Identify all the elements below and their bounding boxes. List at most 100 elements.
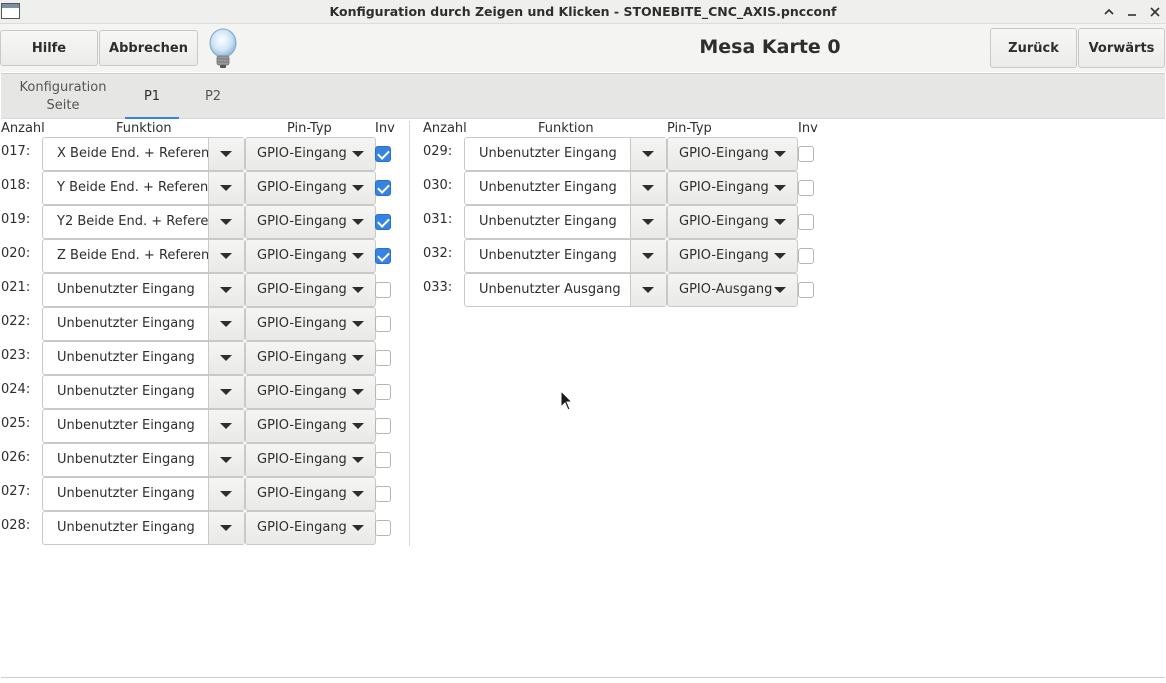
- invert-checkbox[interactable]: [375, 418, 391, 434]
- invert-checkbox[interactable]: [375, 350, 391, 366]
- function-value[interactable]: Y2 Beide End. + Referenz: [57, 214, 208, 229]
- function-dropdown-button[interactable]: [630, 206, 666, 238]
- invert-checkbox[interactable]: [798, 214, 814, 230]
- pin-type-value[interactable]: GPIO-Eingang: [257, 214, 347, 229]
- function-value[interactable]: Unbenutzter Eingang: [57, 520, 208, 535]
- pin-type-value[interactable]: GPIO-Eingang: [679, 214, 769, 229]
- pin-type-select[interactable]: GPIO-Eingang: [245, 443, 376, 477]
- function-value[interactable]: Unbenutzter Ausgang: [479, 282, 630, 297]
- invert-checkbox[interactable]: [375, 214, 391, 230]
- invert-checkbox[interactable]: [798, 180, 814, 196]
- function-dropdown-button[interactable]: [208, 206, 244, 238]
- pin-type-value[interactable]: GPIO-Eingang: [257, 316, 347, 331]
- minimize-icon[interactable]: [1122, 2, 1142, 22]
- function-value[interactable]: Unbenutzter Eingang: [479, 214, 630, 229]
- function-dropdown-button[interactable]: [208, 274, 244, 306]
- pin-type-select[interactable]: GPIO-Ausgang: [667, 273, 798, 307]
- invert-checkbox[interactable]: [375, 146, 391, 162]
- function-combobox[interactable]: Unbenutzter Eingang: [42, 273, 245, 307]
- pin-type-select[interactable]: GPIO-Eingang: [245, 205, 376, 239]
- pin-type-select[interactable]: GPIO-Eingang: [667, 239, 798, 273]
- invert-checkbox[interactable]: [798, 248, 814, 264]
- function-dropdown-button[interactable]: [208, 410, 244, 442]
- function-combobox[interactable]: Unbenutzter Eingang: [464, 171, 667, 205]
- function-value[interactable]: Unbenutzter Eingang: [479, 146, 630, 161]
- pin-type-select[interactable]: GPIO-Eingang: [245, 341, 376, 375]
- tab-p2[interactable]: P2: [191, 74, 235, 119]
- function-combobox[interactable]: Unbenutzter Eingang: [42, 409, 245, 443]
- pin-type-value[interactable]: GPIO-Eingang: [679, 248, 769, 263]
- function-value[interactable]: Unbenutzter Eingang: [57, 452, 208, 467]
- pin-type-value[interactable]: GPIO-Eingang: [257, 520, 347, 535]
- pin-type-select[interactable]: GPIO-Eingang: [245, 137, 376, 171]
- function-dropdown-button[interactable]: [208, 240, 244, 272]
- function-value[interactable]: Unbenutzter Eingang: [57, 282, 208, 297]
- invert-checkbox[interactable]: [375, 248, 391, 264]
- pin-type-select[interactable]: GPIO-Eingang: [667, 205, 798, 239]
- function-value[interactable]: Z Beide End. + Referenz: [57, 248, 208, 263]
- function-combobox[interactable]: Y2 Beide End. + Referenz: [42, 205, 245, 239]
- function-combobox[interactable]: Unbenutzter Eingang: [464, 137, 667, 171]
- pin-type-value[interactable]: GPIO-Eingang: [257, 146, 347, 161]
- function-value[interactable]: Unbenutzter Eingang: [57, 316, 208, 331]
- invert-checkbox[interactable]: [375, 520, 391, 536]
- invert-checkbox[interactable]: [375, 452, 391, 468]
- function-value[interactable]: Unbenutzter Eingang: [479, 180, 630, 195]
- pin-type-value[interactable]: GPIO-Eingang: [257, 384, 347, 399]
- function-combobox[interactable]: Unbenutzter Eingang: [464, 205, 667, 239]
- pin-type-select[interactable]: GPIO-Eingang: [667, 171, 798, 205]
- maximize-icon[interactable]: [1099, 2, 1119, 22]
- tab-konfiguration-seite[interactable]: Konfiguration Seite: [13, 74, 113, 119]
- pin-type-value[interactable]: GPIO-Eingang: [257, 180, 347, 195]
- function-combobox[interactable]: Unbenutzter Eingang: [42, 511, 245, 545]
- pin-type-select[interactable]: GPIO-Eingang: [245, 477, 376, 511]
- pin-type-value[interactable]: GPIO-Eingang: [257, 282, 347, 297]
- function-dropdown-button[interactable]: [208, 512, 244, 544]
- pin-type-select[interactable]: GPIO-Eingang: [245, 171, 376, 205]
- function-dropdown-button[interactable]: [208, 444, 244, 476]
- function-dropdown-button[interactable]: [208, 172, 244, 204]
- function-dropdown-button[interactable]: [208, 342, 244, 374]
- pin-type-select[interactable]: GPIO-Eingang: [245, 409, 376, 443]
- function-combobox[interactable]: Unbenutzter Eingang: [42, 477, 245, 511]
- invert-checkbox[interactable]: [375, 486, 391, 502]
- function-dropdown-button[interactable]: [208, 478, 244, 510]
- invert-checkbox[interactable]: [375, 282, 391, 298]
- function-value[interactable]: Unbenutzter Eingang: [479, 248, 630, 263]
- pin-type-value[interactable]: GPIO-Eingang: [679, 180, 769, 195]
- function-dropdown-button[interactable]: [630, 172, 666, 204]
- function-value[interactable]: Unbenutzter Eingang: [57, 350, 208, 365]
- function-combobox[interactable]: Unbenutzter Eingang: [464, 239, 667, 273]
- function-dropdown-button[interactable]: [630, 138, 666, 170]
- function-value[interactable]: Unbenutzter Eingang: [57, 418, 208, 433]
- function-dropdown-button[interactable]: [208, 376, 244, 408]
- pin-type-select[interactable]: GPIO-Eingang: [245, 273, 376, 307]
- pin-type-value[interactable]: GPIO-Eingang: [257, 350, 347, 365]
- function-value[interactable]: Y Beide End. + Referenz: [57, 180, 208, 195]
- pin-type-select[interactable]: GPIO-Eingang: [245, 239, 376, 273]
- forward-button[interactable]: Vorwärts: [1078, 28, 1165, 68]
- pin-type-value[interactable]: GPIO-Ausgang: [679, 282, 772, 297]
- pin-type-select[interactable]: GPIO-Eingang: [245, 375, 376, 409]
- function-value[interactable]: Unbenutzter Eingang: [57, 384, 208, 399]
- close-icon[interactable]: [1145, 2, 1165, 22]
- function-combobox[interactable]: Unbenutzter Eingang: [42, 307, 245, 341]
- cancel-button[interactable]: Abbrechen: [99, 30, 198, 66]
- function-value[interactable]: Unbenutzter Eingang: [57, 486, 208, 501]
- pin-type-select[interactable]: GPIO-Eingang: [245, 511, 376, 545]
- invert-checkbox[interactable]: [375, 180, 391, 196]
- function-combobox[interactable]: Unbenutzter Eingang: [42, 375, 245, 409]
- pin-type-value[interactable]: GPIO-Eingang: [257, 452, 347, 467]
- back-button[interactable]: Zurück: [990, 28, 1077, 68]
- function-combobox[interactable]: Z Beide End. + Referenz: [42, 239, 245, 273]
- invert-checkbox[interactable]: [375, 316, 391, 332]
- pin-type-value[interactable]: GPIO-Eingang: [257, 248, 347, 263]
- function-value[interactable]: X Beide End. + Referenz: [57, 146, 208, 161]
- function-combobox[interactable]: Y Beide End. + Referenz: [42, 171, 245, 205]
- function-dropdown-button[interactable]: [630, 274, 666, 306]
- function-dropdown-button[interactable]: [208, 138, 244, 170]
- pin-type-value[interactable]: GPIO-Eingang: [679, 146, 769, 161]
- function-combobox[interactable]: X Beide End. + Referenz: [42, 137, 245, 171]
- function-combobox[interactable]: Unbenutzter Ausgang: [464, 273, 667, 307]
- function-dropdown-button[interactable]: [630, 240, 666, 272]
